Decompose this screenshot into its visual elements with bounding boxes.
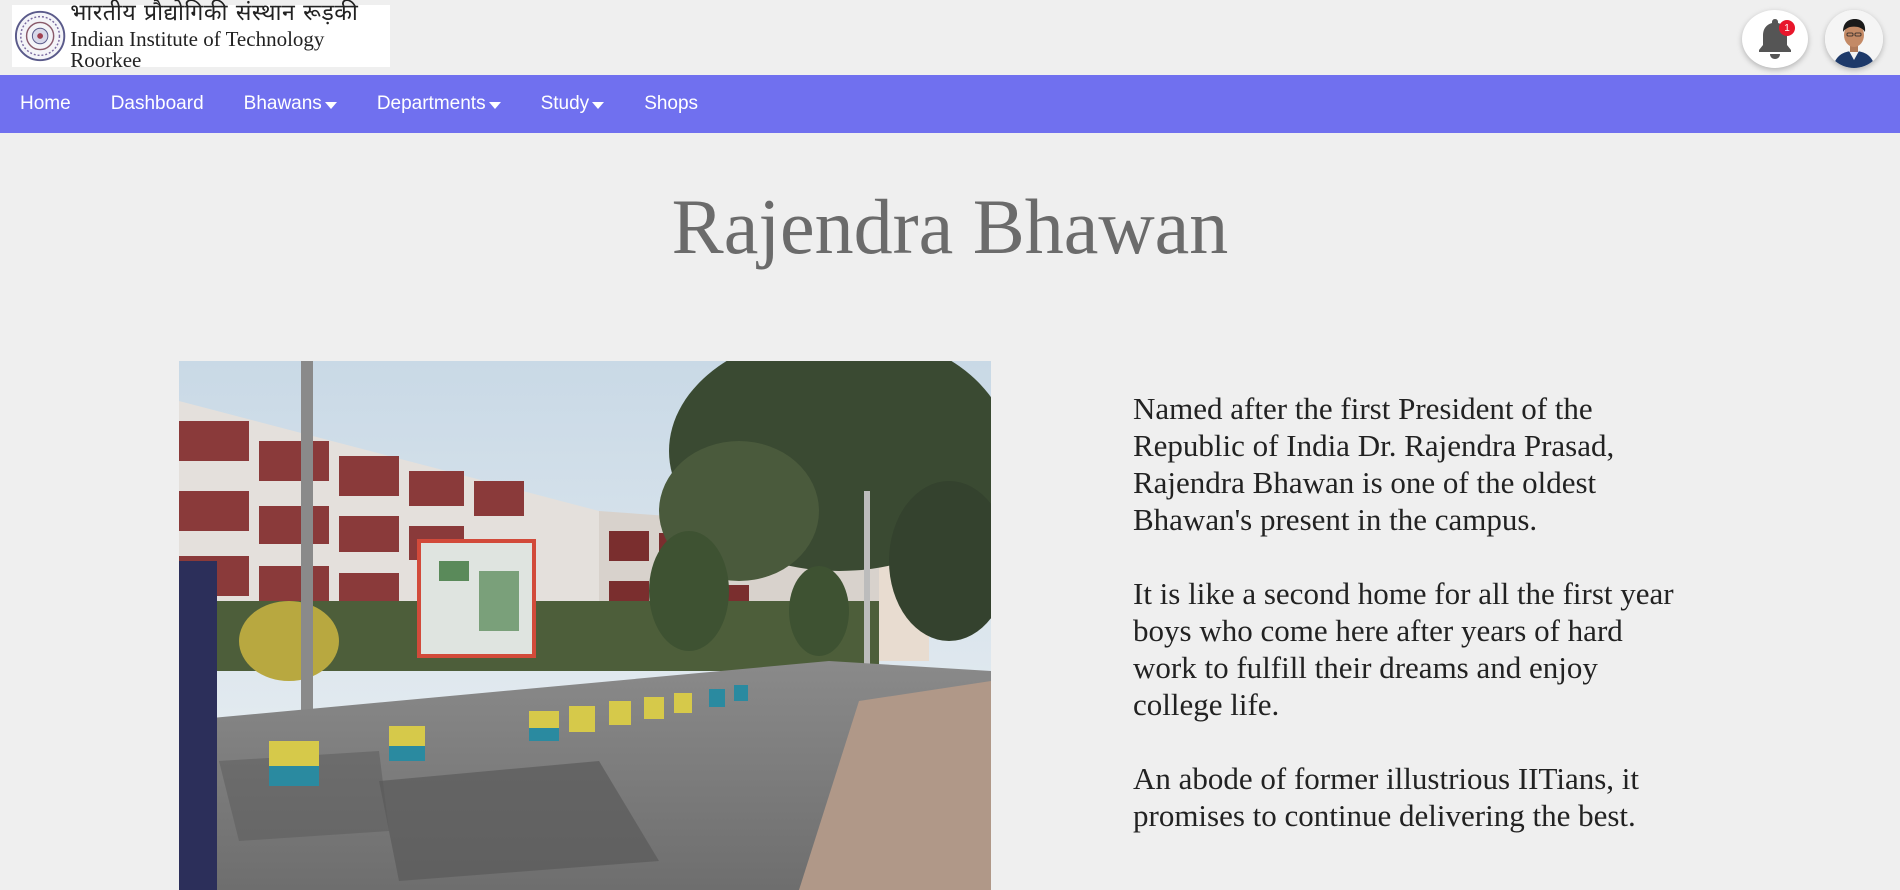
description-paragraph: Named after the first President of the R… — [1133, 391, 1615, 537]
institute-seal-icon — [14, 10, 66, 62]
user-avatar[interactable] — [1825, 10, 1883, 68]
nav-departments-dropdown[interactable]: Departments — [377, 93, 501, 115]
nav-home-label: Home — [20, 93, 71, 114]
nav-dashboard-label: Dashboard — [110, 93, 204, 114]
nav-departments-label: Departments — [376, 93, 486, 114]
iitr-logo[interactable]: भारतीय प्रौद्योगिकी संस्थान रूड़की India… — [12, 0, 390, 70]
avatar-icon — [1825, 10, 1883, 68]
caret-down-icon — [488, 101, 501, 109]
nav-dashboard[interactable]: Dashboard — [111, 93, 204, 115]
top-header: भारतीय प्रौद्योगिकी संस्थान रूड़की India… — [0, 0, 1900, 75]
nav-home[interactable]: Home — [20, 93, 71, 115]
description-paragraph: An abode of former illustrious IITians, … — [1133, 761, 1639, 833]
caret-down-icon — [324, 101, 337, 109]
bhawan-description: Named after the first President of the R… — [1133, 390, 1693, 871]
bhawan-photo-image — [179, 361, 991, 890]
nav-study-dropdown[interactable]: Study — [541, 93, 605, 115]
logo-hindi-text: भारतीय प्रौद्योगिकी संस्थान रूड़की — [70, 0, 359, 26]
nav-shops[interactable]: Shops — [644, 93, 698, 115]
nav-bhawans-dropdown[interactable]: Bhawans — [244, 93, 337, 115]
main-navbar: Home Dashboard Bhawans Departments Study… — [0, 75, 1900, 133]
nav-bhawans-label: Bhawans — [243, 93, 322, 114]
description-paragraph: It is like a second home for all the fir… — [1133, 576, 1674, 722]
bhawan-photo — [179, 361, 991, 890]
page-title: Rajendra Bhawan — [671, 183, 1229, 270]
logo-english-text: Indian Institute of Technology Roorkee — [70, 26, 325, 72]
nav-shops-label: Shops — [644, 93, 699, 114]
notification-badge: 1 — [1779, 20, 1795, 36]
notifications-button[interactable]: 1 — [1742, 10, 1808, 68]
caret-down-icon — [592, 101, 605, 109]
nav-study-label: Study — [540, 93, 590, 114]
